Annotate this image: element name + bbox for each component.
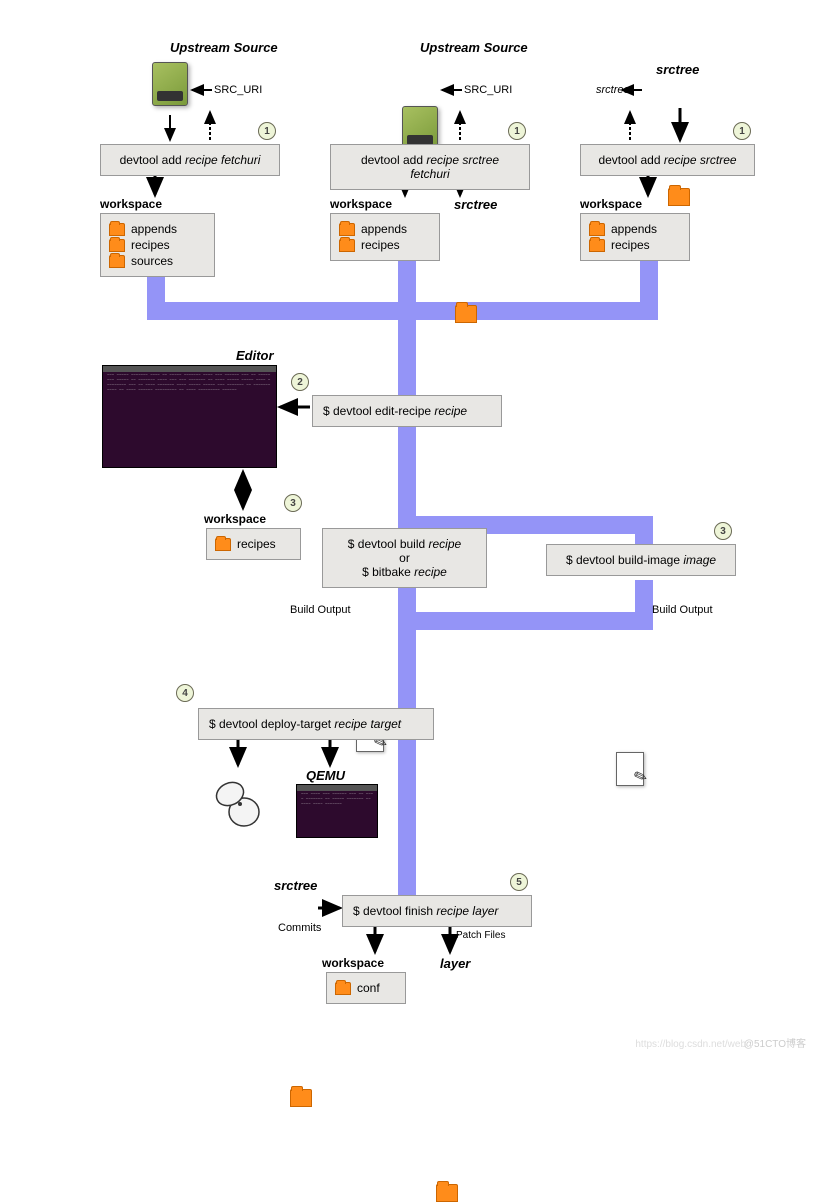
cmd-text: $ devtool build-image	[566, 553, 683, 567]
cmd-text: devtool add	[361, 153, 426, 167]
editor-terminal-icon: ~~~ ~~~~~ ~~~~~~~ ~~~~ ~~ ~~~~~ ~~~~~~~ …	[102, 365, 277, 468]
patch-files-label: Patch Files	[456, 930, 505, 941]
watermark-text: @51CTO博客	[744, 1035, 806, 1050]
devtool-add-box-3: devtool add recipe srctree	[580, 144, 755, 176]
workspace-title-2: workspace	[330, 197, 392, 211]
workspace-title-bottom: workspace	[322, 956, 384, 970]
cmd-text: $ devtool finish	[353, 904, 436, 918]
srctree-small-label: srctree	[596, 84, 630, 96]
terminal-header	[103, 366, 276, 372]
folder-icon	[215, 538, 231, 551]
step-badge-5: 5	[510, 873, 528, 891]
build-output-label-1: Build Output	[290, 604, 351, 616]
folder-icon	[589, 239, 605, 252]
cmd-arg: recipe	[429, 537, 462, 551]
srctree-folder-icon-2	[455, 305, 477, 323]
folder-icon	[589, 223, 605, 236]
step-badge-3b: 3	[714, 522, 732, 540]
qemu-terminal-icon: ~~~ ~~~~ ~~~ ~~~~~~ ~~~ ~~ ~~~~ ~~~~~~~ …	[296, 784, 378, 838]
step-badge-1a: 1	[258, 122, 276, 140]
src-uri-label-1: SRC_URI	[214, 84, 262, 96]
srctree-commits-title: srctree	[274, 878, 317, 893]
srctree-commits-folder-icon	[290, 1089, 312, 1107]
flip-phone-icon	[212, 774, 262, 830]
upstream-source-title-1: Upstream Source	[170, 40, 278, 55]
folder-label: appends	[361, 222, 407, 236]
devtool-add-box-1: devtool add recipe fetchuri	[100, 144, 280, 176]
srctree-label-2: srctree	[454, 197, 497, 212]
folder-label: conf	[357, 981, 380, 995]
folder-label: recipes	[237, 537, 276, 551]
layer-title: layer	[440, 956, 470, 971]
cmd-arg: recipe fetchuri	[185, 153, 260, 167]
cmd-arg: recipe layer	[436, 904, 498, 918]
folder-label: sources	[131, 254, 173, 268]
step-badge-4: 4	[176, 684, 194, 702]
step-badge-3a: 3	[284, 494, 302, 512]
cmd-arg: recipe target	[334, 717, 401, 731]
cmd-arg: recipe srctree	[664, 153, 737, 167]
workspace-box-2: appends recipes	[330, 213, 440, 261]
cmd-text: devtool add	[598, 153, 663, 167]
devtool-build-box: $ devtool build recipe or $ bitbake reci…	[322, 528, 487, 588]
step-badge-1c: 1	[733, 122, 751, 140]
step-badge-2: 2	[291, 373, 309, 391]
devtool-edit-recipe-box: $ devtool edit-recipe recipe	[312, 395, 502, 427]
folder-label: recipes	[361, 238, 400, 252]
qemu-title: QEMU	[306, 768, 345, 783]
devtool-build-image-box: $ devtool build-image image	[546, 544, 736, 576]
workspace-box-1: appends recipes sources	[100, 213, 215, 277]
build-output-label-2: Build Output	[652, 604, 713, 616]
folder-icon	[335, 982, 351, 995]
cmd-text: $ devtool deploy-target	[209, 717, 334, 731]
commits-label: Commits	[278, 922, 321, 934]
editor-title: Editor	[236, 348, 274, 363]
devtool-finish-box: $ devtool finish recipe layer	[342, 895, 532, 927]
workspace-title-1: workspace	[100, 197, 162, 211]
devtool-add-box-2: devtool add recipe srctree fetchuri	[330, 144, 530, 190]
cmd-text: $ devtool edit-recipe	[323, 404, 434, 418]
srctree-title-3: srctree	[656, 62, 699, 77]
workspace-conf-box: conf	[326, 972, 406, 1004]
or-text: or	[333, 551, 476, 565]
folder-label: recipes	[611, 238, 650, 252]
layer-folder-icon	[436, 1184, 458, 1202]
cmd-text: $ bitbake	[362, 565, 414, 579]
server-icon-1	[152, 62, 188, 106]
upstream-source-title-2: Upstream Source	[420, 40, 528, 55]
cmd-text: $ devtool build	[348, 537, 429, 551]
terminal-header	[297, 785, 377, 791]
folder-icon	[109, 239, 125, 252]
folder-label: appends	[131, 222, 177, 236]
devtool-deploy-target-box: $ devtool deploy-target recipe target	[198, 708, 434, 740]
step-badge-1b: 1	[508, 122, 526, 140]
workspace-title-editor: workspace	[204, 512, 266, 526]
workspace-recipes-box: recipes	[206, 528, 301, 560]
workspace-title-3: workspace	[580, 197, 642, 211]
folder-label: recipes	[131, 238, 170, 252]
folder-icon	[109, 255, 125, 268]
cmd-arg: recipe	[434, 404, 467, 418]
document-pen-icon-2	[616, 752, 644, 786]
src-uri-label-2: SRC_URI	[464, 84, 512, 96]
cmd-text: devtool add	[120, 153, 185, 167]
cmd-arg: image	[683, 553, 716, 567]
folder-icon	[339, 239, 355, 252]
folder-icon	[109, 223, 125, 236]
srctree-folder-icon-3	[668, 188, 690, 206]
watermark-url: https://blog.csdn.net/web	[635, 1039, 746, 1050]
folder-label: appends	[611, 222, 657, 236]
folder-icon	[339, 223, 355, 236]
cmd-arg: recipe	[414, 565, 447, 579]
workspace-box-3: appends recipes	[580, 213, 690, 261]
